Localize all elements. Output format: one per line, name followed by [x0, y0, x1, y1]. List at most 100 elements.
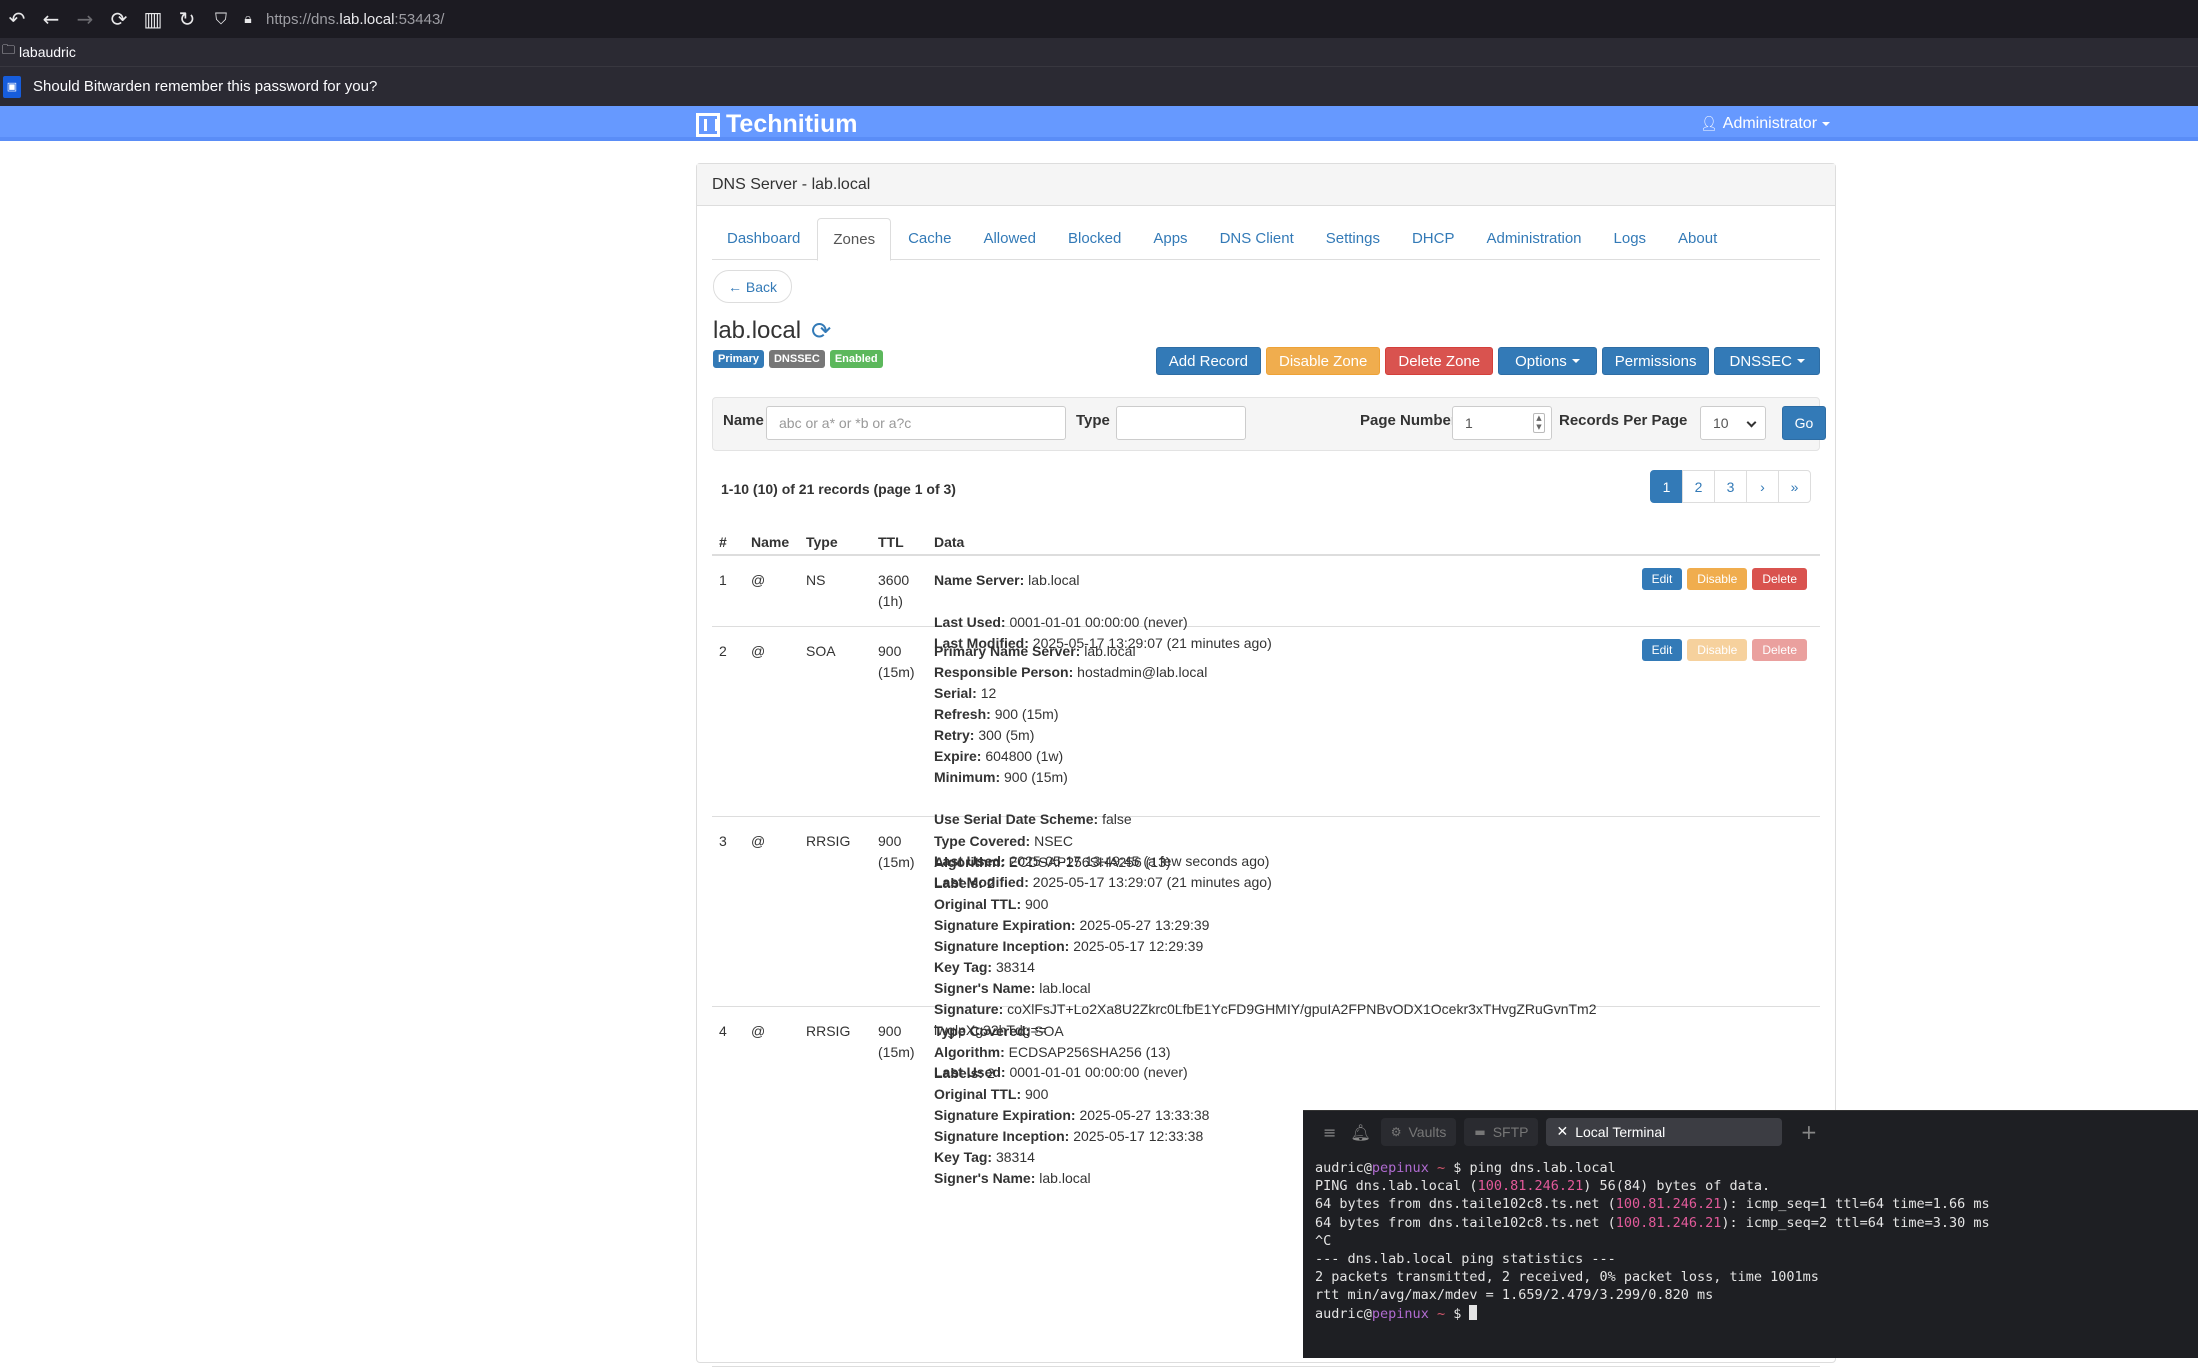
disable-zone-button[interactable]: Disable Zone: [1265, 347, 1381, 375]
tab-allowed[interactable]: Allowed: [968, 218, 1051, 260]
record-ttl: 900 (15m): [878, 831, 915, 873]
new-tab-plus-icon[interactable]: +: [1800, 1120, 1817, 1144]
ttl-seconds: 900: [878, 1023, 902, 1039]
output-text: 64 bytes from dns.taile102c8.ts.net (: [1315, 1196, 1616, 1213]
tab-dns-client[interactable]: DNS Client: [1205, 218, 1309, 260]
disable-button[interactable]: Disable: [1687, 639, 1748, 661]
data-field: Minimum: 900 (15m): [934, 767, 1272, 788]
page-number-input[interactable]: 1 ▲ ▼: [1452, 406, 1552, 440]
options-dropdown-button[interactable]: Options: [1498, 347, 1597, 375]
status-badge-dnssec: DNSSEC: [768, 350, 825, 368]
data-field-value: 2: [986, 875, 995, 891]
data-field-value: 38314: [995, 1149, 1035, 1165]
page-link-4[interactable]: ›: [1746, 470, 1779, 503]
disable-button[interactable]: Disable: [1687, 568, 1748, 590]
bitwarden-prompt-text: Should Bitwarden remember this password …: [33, 78, 378, 95]
options-label: Options: [1515, 352, 1567, 370]
brand[interactable]: Technitium: [696, 110, 857, 139]
hamburger-menu-icon[interactable]: ≡: [1323, 1123, 1336, 1142]
delete-zone-button[interactable]: Delete Zone: [1385, 347, 1494, 375]
tab-apps[interactable]: Apps: [1138, 218, 1202, 260]
terminal-line: audric@pepinux ~ $: [1315, 1304, 2186, 1323]
forward-arrow-icon[interactable]: →: [68, 2, 102, 36]
terminal-line: ^C: [1315, 1232, 2186, 1250]
close-icon[interactable]: ✕: [1556, 1124, 1568, 1140]
data-field-value: 900 (15m): [1004, 769, 1068, 785]
terminal-tab-local[interactable]: ✕ Local Terminal: [1546, 1118, 1783, 1146]
tab-dhcp[interactable]: DHCP: [1397, 218, 1470, 260]
tab-dashboard[interactable]: Dashboard: [712, 218, 815, 260]
terminal-line: PING dns.lab.local (100.81.246.21) 56(84…: [1315, 1177, 2186, 1195]
prompt-at: @: [1363, 1160, 1372, 1176]
data-field: Labels: 2: [934, 1063, 1209, 1084]
data-field: Retry: 300 (5m): [934, 725, 1272, 746]
sidebar-icon[interactable]: ▥: [136, 2, 170, 36]
output-text: --- dns.lab.local ping statistics ---: [1315, 1251, 1616, 1268]
type-filter-input[interactable]: [1116, 406, 1246, 440]
header-ttl: TTL: [878, 534, 904, 550]
cursor: [1469, 1304, 1478, 1320]
record-type: RRSIG: [806, 833, 851, 849]
data-field-value: 900 (15m): [994, 706, 1059, 722]
prompt-user: audric: [1315, 1305, 1364, 1322]
page-link-2[interactable]: 2: [1682, 470, 1715, 503]
tab-blocked[interactable]: Blocked: [1053, 218, 1136, 260]
dnssec-dropdown-button[interactable]: DNSSEC: [1714, 347, 1820, 375]
user-icon: 👤︎: [1700, 116, 1718, 132]
tab-settings[interactable]: Settings: [1311, 218, 1395, 260]
undo-icon[interactable]: ↶: [0, 2, 34, 36]
header-type: Type: [806, 534, 838, 550]
data-field-value: ECDSAP256SHA256 (13): [1008, 854, 1171, 870]
spinner-icon[interactable]: ▲ ▼: [1533, 413, 1545, 433]
header-data: Data: [934, 534, 965, 550]
edit-button[interactable]: Edit: [1641, 568, 1683, 590]
output-text: ^C: [1315, 1232, 1332, 1249]
terminal-tab-sftp[interactable]: ▬ SFTP: [1464, 1118, 1539, 1146]
back-button[interactable]: ← Back: [713, 270, 793, 303]
status-badge-primary: Primary: [713, 350, 764, 368]
bookmark-labaudric[interactable]: labaudric: [19, 44, 76, 60]
terminal-output[interactable]: audric@pepinux ~ $ ping dns.lab.local PIN…: [1303, 1153, 2198, 1329]
data-field-key: Labels:: [934, 1065, 984, 1081]
back-arrow-icon[interactable]: ←: [34, 2, 68, 36]
tab-about[interactable]: About: [1663, 218, 1732, 260]
page-link-5[interactable]: »: [1778, 470, 1811, 503]
sync-icon[interactable]: ⟳: [102, 2, 136, 36]
tab-zones[interactable]: Zones: [817, 218, 892, 261]
data-field-value: 38314: [995, 959, 1035, 975]
user-menu[interactable]: 👤︎ Administrator: [1700, 115, 1831, 133]
add-record-button[interactable]: Add Record: [1155, 347, 1261, 375]
url-rest: :53443/: [394, 10, 445, 28]
output-text: ) 56(84) bytes of data.: [1583, 1178, 1771, 1195]
bell-icon[interactable]: 🔔︎: [1350, 1123, 1370, 1142]
refresh-icon[interactable]: ⟳: [811, 317, 831, 345]
tab-logs[interactable]: Logs: [1599, 218, 1662, 260]
prompt-host: pepinux: [1371, 1160, 1429, 1176]
page-link-1[interactable]: 1: [1650, 470, 1683, 503]
tab-administration[interactable]: Administration: [1471, 218, 1596, 260]
url-bar[interactable]: https://dns.lab.local:53443/: [266, 11, 444, 28]
prompt-symbol: $: [1453, 1305, 1470, 1322]
prompt-symbol: $: [1453, 1160, 1470, 1176]
record-actions: Edit Disable Delete: [1641, 639, 1807, 661]
delete-button[interactable]: Delete: [1752, 639, 1807, 661]
permissions-button[interactable]: Permissions: [1601, 347, 1710, 375]
data-field-value: 2025-05-27 13:33:38: [1079, 1107, 1210, 1123]
edit-button[interactable]: Edit: [1641, 639, 1683, 661]
name-filter-input[interactable]: abc or a* or *b or a?c: [766, 406, 1066, 440]
records-per-page-select[interactable]: 10: [1700, 406, 1766, 440]
data-field-value: NSEC: [1034, 833, 1074, 849]
terminal-tab-vaults[interactable]: ⚙ Vaults: [1380, 1118, 1457, 1146]
prompt-host: pepinux: [1371, 1305, 1429, 1322]
data-field-key: Algorithm:: [934, 854, 1005, 870]
zone-title: lab.local ⟳: [713, 317, 831, 345]
delete-button[interactable]: Delete: [1752, 568, 1807, 590]
tab-cache[interactable]: Cache: [893, 218, 966, 260]
lock-icon[interactable]: 🔒︎: [238, 2, 258, 36]
go-button[interactable]: Go: [1782, 406, 1826, 440]
reload-icon[interactable]: ↻: [170, 2, 204, 36]
data-field-value: lab.local: [1084, 643, 1136, 659]
ttl-human: (15m): [878, 854, 915, 870]
page-link-3[interactable]: 3: [1714, 470, 1747, 503]
shield-icon[interactable]: ⛉: [204, 2, 238, 36]
